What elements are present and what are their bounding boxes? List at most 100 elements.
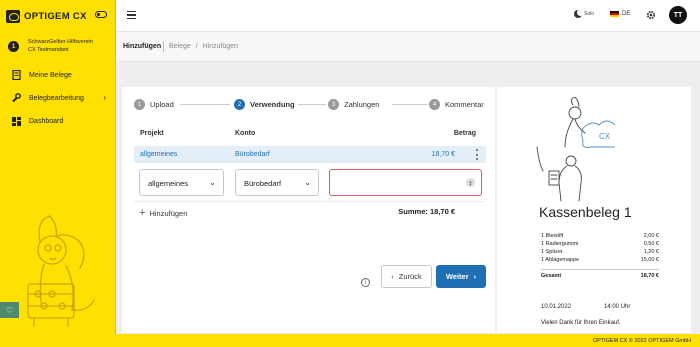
cell-projekt: allgemeines [140,151,178,158]
footer: OPTIGEM CX © 2022 OPTIGEM GmbH [0,334,700,347]
konto-select[interactable]: Bürobedarf ⌄ [235,169,319,196]
breadcrumb-current: Hinzufügen [202,43,239,50]
step-zahlungen[interactable]: 3 Zahlungen [328,99,379,110]
step-label: Zahlungen [344,100,380,109]
column-header-betrag: Betrag [453,130,476,137]
receipt-date: 10.01.2022 [541,304,572,310]
page-title: Hinzufügen [123,43,162,50]
receipt-logo-text: CX [599,132,611,141]
header-divider [163,41,164,52]
theme-toggle[interactable]: Solo [574,10,594,18]
breadcrumb: Belege / Hinzufügen [169,43,241,50]
step-connector [392,104,428,105]
info-icon[interactable]: i [361,278,370,287]
receipt-item-price: 1,20 € [643,249,659,255]
receipt-line: 1 Ablagemappe 15,00 € [541,256,659,264]
receipt-preview: CX Kassenbeleg 1 1 Bleistift 2,00 € 1 Ra… [497,87,691,333]
language-selector[interactable]: DE [610,11,630,17]
more-options-icon[interactable] [476,149,479,160]
sidebar-item-label: Meine Belege [29,71,72,79]
breadcrumb-separator: / [195,43,198,50]
copyright-text: OPTIGEM CX © 2022 OPTIGEM GmbH [592,338,691,344]
receipt-line: 1 Spitzer 1,20 € [541,248,659,256]
chevron-down-icon: ⌄ [209,178,216,187]
chevron-down-icon: ⌄ [304,178,311,187]
feedback-button[interactable]: ♡ [0,302,19,318]
receipt-item-name: 1 Spitzer [541,249,563,255]
step-upload[interactable]: 1 Upload [134,99,174,110]
wrench-icon [11,93,21,103]
step-verwendung[interactable]: 2 Verwendung [234,99,295,110]
sum-total: Summe: 18,70 € [398,207,455,216]
step-number: 4 [429,99,440,110]
sidebar-item-meine-belege[interactable]: Meine Belege [11,69,109,81]
projekt-select[interactable]: allgemeines ⌄ [139,169,224,196]
add-row-button[interactable]: + Hinzufügen [139,207,187,219]
sidebar-item-belegbearbeitung[interactable]: Belegbearbeitung › [11,92,109,104]
receipt-item-name: 1 Ablagemappe [541,257,580,263]
step-connector [180,104,230,105]
sidebar-item-dashboard[interactable]: Dashboard [11,115,109,127]
next-button-label: Weiter [445,272,469,281]
page-header: Hinzufügen Belege / Hinzufügen [116,32,700,62]
cell-konto: Bürobedarf [235,151,270,158]
back-button[interactable]: ‹ Zurück [381,265,432,288]
receipt-icon [11,70,21,80]
step-label: Kommentar [445,100,484,109]
wizard-card: 1 Upload 2 Verwendung 3 Zahlungen 4 Komm… [122,87,506,333]
stepper: 1 Upload 2 Verwendung 3 Zahlungen 4 Komm… [134,99,486,111]
step-kommentar[interactable]: 4 Kommentar [429,99,484,110]
cell-betrag: 18,70 € [431,151,455,158]
receipt-item-name: 1 Bleistift [541,233,564,239]
org-subtitle: CX Testmandant [28,47,69,53]
receipt-item-name: 1 Radiergummi [541,241,579,247]
menu-icon[interactable] [127,11,136,19]
receipt-item-price: 0,50 € [643,241,659,247]
receipt-item-price: 15,00 € [640,257,659,263]
gear-icon[interactable] [646,10,656,20]
app-name: OPTIGEM CX [24,10,87,22]
receipt-line: 1 Bleistift 2,00 € [541,232,659,240]
step-number: 3 [328,99,339,110]
mascot-illustration [27,215,95,327]
sidebar: OPTIGEM CX 1 SchwarzGelber Hilfsverein C… [0,0,116,347]
language-code: DE [622,11,631,17]
receipt-thanks: Vielen Dank für Ihren Einkauf. [541,320,621,326]
theme-label: Solo [584,11,595,17]
step-label: Verwendung [250,100,295,109]
stepper-spin-icon[interactable]: ▲ ▼ [466,178,475,187]
next-button[interactable]: Weiter › [436,265,486,288]
column-header-konto: Konto [235,130,256,137]
table-row[interactable]: allgemeines Bürobedarf 18,70 € [134,146,486,163]
user-avatar[interactable]: TT [669,6,687,24]
chevron-right-icon: › [473,272,477,281]
step-number: 2 [234,99,245,110]
receipt-time: 14:00 Uhr [604,304,631,310]
receipt-total-value: 18,70 € [640,273,659,279]
organization-selector[interactable]: 1 SchwarzGelber Hilfsverein CX Testmanda… [8,38,93,54]
back-button-label: Zurück [398,272,422,281]
heart-icon: ♡ [5,305,14,315]
chevron-right-icon: › [103,93,106,102]
add-row-label: Hinzufügen [149,208,188,218]
receipt-line: 1 Radiergummi 0,50 € [541,240,659,248]
breadcrumb-link-belege[interactable]: Belege [169,43,191,50]
receipt-items: 1 Bleistift 2,00 € 1 Radiergummi 0,50 € … [541,232,659,279]
sidebar-item-label: Belegbearbeitung [29,94,84,102]
projekt-select-value: allgemeines [148,179,189,188]
receipt-title: Kassenbeleg 1 [539,204,632,220]
konto-select-value: Bürobedarf [244,179,282,188]
step-label: Upload [150,100,174,109]
chevron-left-icon: ‹ [391,272,394,281]
sidebar-toggle[interactable] [95,11,107,18]
column-header-projekt: Projekt [140,130,164,137]
plus-icon: + [139,207,146,219]
top-bar: Solo DE TT [116,0,700,32]
app-logo[interactable]: OPTIGEM CX [6,9,87,23]
german-flag-icon [610,11,619,17]
betrag-input[interactable]: ▲ ▼ [329,169,482,196]
org-name: SchwarzGelber Hilfsverein [28,39,93,45]
dashboard-icon [11,116,21,126]
moon-icon [574,10,582,18]
receipt-item-price: 2,00 € [643,233,659,239]
